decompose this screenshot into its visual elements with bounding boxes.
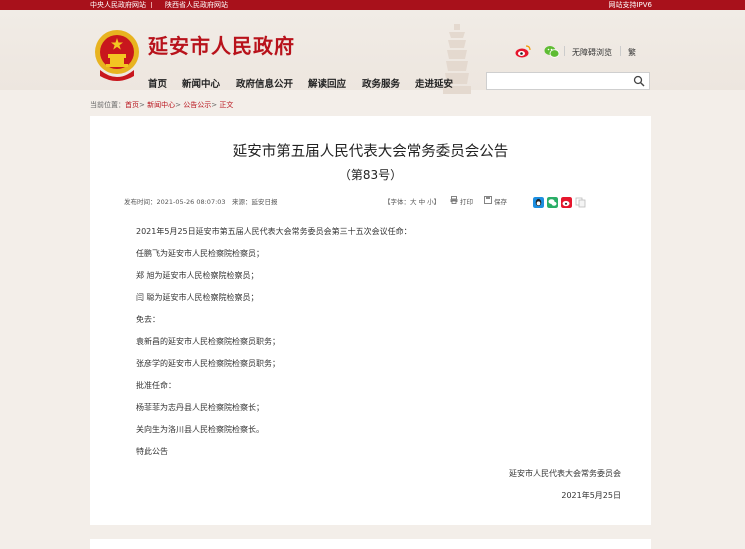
breadcrumb-separator: > — [211, 101, 218, 109]
search-icon[interactable] — [633, 75, 645, 87]
accessibility-link[interactable]: 无障碍浏览 — [572, 47, 612, 58]
article-paragraph: 郑 旭为延安市人民检察院检察员； — [136, 271, 259, 280]
link-central-gov[interactable]: 中央人民政府网站 — [90, 0, 146, 10]
search-box[interactable] — [486, 72, 650, 90]
related-section — [90, 539, 651, 549]
article-paragraph: 关向生为洛川县人民检察院检察长。 — [136, 425, 264, 434]
article-paragraph: 任鹏飞为延安市人民检察院检察员； — [136, 249, 264, 258]
qq-icon[interactable] — [533, 197, 544, 208]
ipv6-notice: 网站支持IPV6 — [608, 1, 652, 9]
national-emblem-icon — [95, 30, 139, 81]
weibo-icon[interactable] — [515, 45, 531, 58]
link-province-gov[interactable]: 陕西省人民政府网站 — [165, 0, 228, 10]
article-paragraph: 2021年5月25日延安市第五届人民代表大会常务委员会第三十五次会议任命： — [136, 227, 412, 236]
nav-item-about-yanan[interactable]: 走进延安 — [415, 76, 453, 90]
article-paragraph: 杨菲菲为志丹县人民检察院检察长； — [136, 403, 264, 412]
font-size-control[interactable]: 【字体：大 中 小】 — [384, 196, 440, 206]
top-bar: 中央人民政府网站 陕西省人民政府网站 网站支持IPV6 — [0, 0, 745, 10]
nav-item-gov-info[interactable]: 政府信息公开 — [236, 76, 293, 90]
article-card: 延安市第五届人民代表大会常务委员会公告 （第83号） 发布时间：2021-05-… — [90, 116, 651, 525]
print-icon[interactable] — [450, 196, 458, 204]
article-paragraph: 闫 聪为延安市人民检察院检察员； — [136, 293, 259, 302]
publish-time: 发布时间：2021-05-26 08:07:03 — [124, 198, 226, 206]
breadcrumb-label: 当前位置： — [90, 101, 125, 109]
breadcrumb-home[interactable]: 首页 — [125, 101, 139, 109]
breadcrumb-notices[interactable]: 公告公示 — [183, 101, 211, 109]
article-title: 延安市第五届人民代表大会常务委员会公告 — [232, 144, 509, 160]
article-paragraph: 张彦学的延安市人民检察院检察员职务； — [136, 359, 280, 368]
article-paragraph: 批准任命： — [136, 381, 176, 390]
copy-icon[interactable] — [575, 197, 586, 208]
traditional-chinese-link[interactable]: 繁 — [628, 47, 636, 58]
site-title[interactable]: 延安市人民政府 — [148, 30, 295, 59]
search-input[interactable] — [490, 75, 634, 89]
divider — [151, 2, 152, 8]
wechat-icon[interactable] — [544, 45, 560, 58]
breadcrumb-news[interactable]: 新闻中心 — [147, 101, 175, 109]
divider — [564, 46, 565, 56]
print-link[interactable]: 打印 — [460, 196, 473, 206]
article-date: 2021年5月25日 — [561, 491, 621, 500]
breadcrumb-current: 正文 — [219, 101, 234, 109]
nav-item-home[interactable]: 首页 — [148, 76, 167, 90]
article-signature: 延安市人民代表大会常务委员会 — [509, 469, 621, 478]
article-paragraph: 特此公告 — [136, 447, 168, 456]
nav-item-interpretation[interactable]: 解读回应 — [308, 76, 346, 90]
article-source: 来源：延安日报 — [232, 198, 278, 206]
wechat-share-icon[interactable] — [547, 197, 558, 208]
breadcrumb-separator: > — [139, 101, 145, 109]
article-paragraph: 免去： — [136, 315, 160, 324]
nav-item-news[interactable]: 新闻中心 — [182, 76, 220, 90]
breadcrumb-separator: > — [175, 101, 181, 109]
save-icon[interactable] — [484, 196, 492, 204]
site-header: 延安市人民政府 无障碍浏览 繁 首页 新闻中心 政府信息公开 解读回应 政务服务… — [0, 10, 745, 94]
article-subtitle: （第83号） — [338, 168, 403, 182]
nav-item-services[interactable]: 政务服务 — [362, 76, 400, 90]
divider — [620, 46, 621, 56]
weibo-share-icon[interactable] — [561, 197, 572, 208]
breadcrumb: 当前位置：首页> 新闻中心> 公告公示> 正文 — [90, 100, 233, 110]
save-link[interactable]: 保存 — [494, 196, 507, 206]
article-paragraph: 袁新昌的延安市人民检察院检察员职务； — [136, 337, 280, 346]
